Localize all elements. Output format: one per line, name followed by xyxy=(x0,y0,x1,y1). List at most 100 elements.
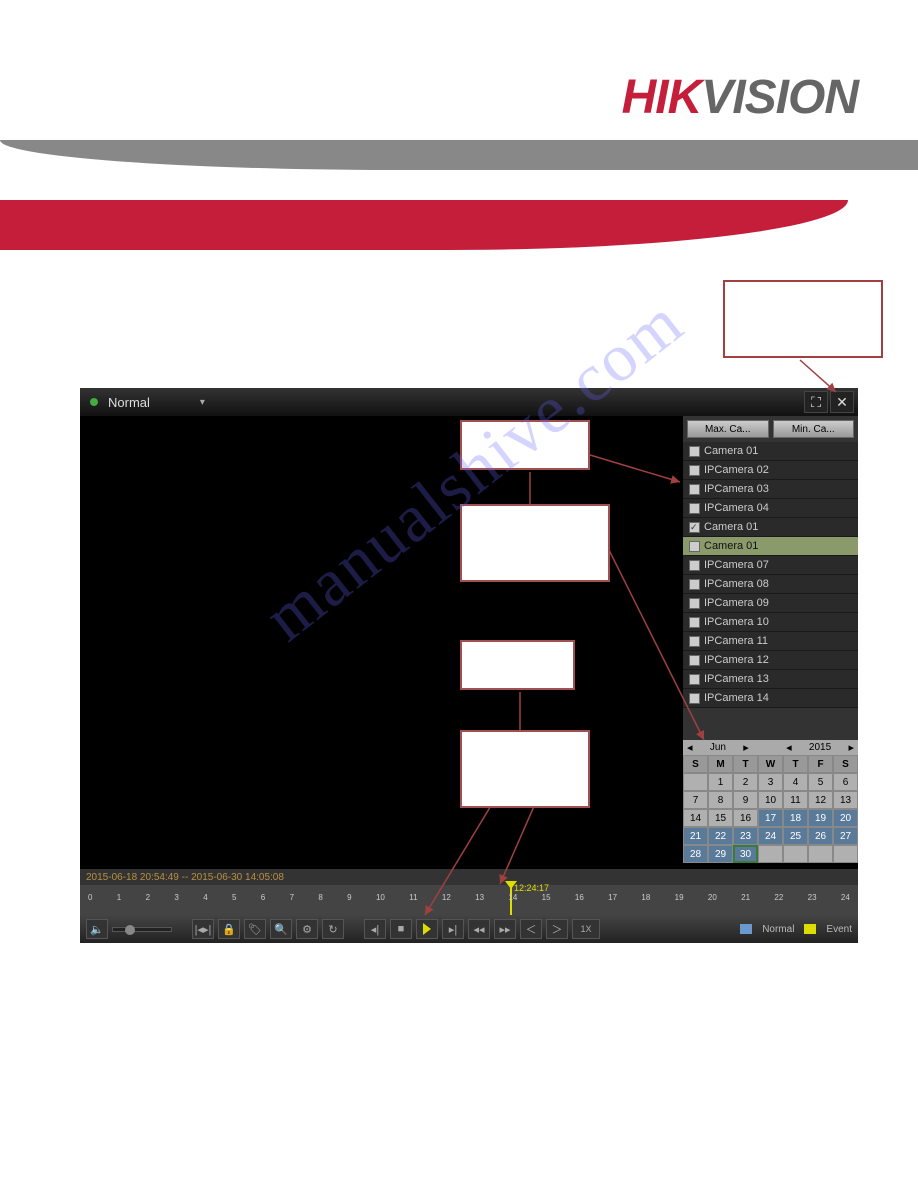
cal-day[interactable]: 5 xyxy=(808,773,833,791)
volume-knob[interactable] xyxy=(125,925,135,935)
refresh-button[interactable]: ↻ xyxy=(322,919,344,939)
lock-button[interactable]: 🔒 xyxy=(218,919,240,939)
timeline-hour-tick: 4 xyxy=(203,893,207,915)
cal-day xyxy=(683,773,708,791)
video-playback-area[interactable] xyxy=(80,416,683,863)
step-button[interactable]: ▸| xyxy=(442,919,464,939)
cal-next-year[interactable]: ▸ xyxy=(848,741,854,754)
camera-checkbox[interactable] xyxy=(689,446,700,457)
camera-item[interactable]: IPCamera 13 xyxy=(683,670,858,689)
cal-day[interactable]: 23 xyxy=(733,827,758,845)
forward-button[interactable]: ▸▸ xyxy=(494,919,516,939)
speed-button[interactable]: 1X xyxy=(572,919,600,939)
cal-prev-month[interactable]: ◂ xyxy=(687,741,693,754)
volume-icon[interactable]: 🔈 xyxy=(86,919,108,939)
camera-list[interactable]: Camera 01IPCamera 02IPCamera 03IPCamera … xyxy=(683,442,858,740)
close-button[interactable]: ✕ xyxy=(830,391,854,413)
volume-slider[interactable] xyxy=(112,927,172,932)
camera-item[interactable]: IPCamera 04 xyxy=(683,499,858,518)
cal-day[interactable]: 24 xyxy=(758,827,783,845)
camera-item[interactable]: IPCamera 11 xyxy=(683,632,858,651)
timeline-hour-tick: 0 xyxy=(88,893,92,915)
camera-item[interactable]: IPCamera 14 xyxy=(683,689,858,708)
cal-day[interactable]: 2 xyxy=(733,773,758,791)
cal-prev-year[interactable]: ◂ xyxy=(786,741,792,754)
camera-item[interactable]: Camera 01 xyxy=(683,442,858,461)
cal-day[interactable]: 13 xyxy=(833,791,858,809)
cal-day[interactable]: 6 xyxy=(833,773,858,791)
cal-day[interactable]: 8 xyxy=(708,791,733,809)
fullscreen-button[interactable]: ⛶ xyxy=(804,391,828,413)
cal-day[interactable]: 26 xyxy=(808,827,833,845)
camera-label: IPCamera 07 xyxy=(704,559,769,571)
cal-day[interactable]: 19 xyxy=(808,809,833,827)
callout-box-1 xyxy=(460,420,590,470)
cal-day[interactable]: 20 xyxy=(833,809,858,827)
camera-checkbox[interactable] xyxy=(689,598,700,609)
callout-box-4 xyxy=(460,730,590,808)
cal-day[interactable]: 14 xyxy=(683,809,708,827)
cal-day[interactable]: 12 xyxy=(808,791,833,809)
timeline[interactable]: 12:24:17 0123456789101112131415161718192… xyxy=(80,885,858,915)
timeline-hour-tick: 1 xyxy=(117,893,121,915)
camera-item[interactable]: IPCamera 02 xyxy=(683,461,858,480)
cal-day[interactable]: 27 xyxy=(833,827,858,845)
cal-next-month[interactable]: ▸ xyxy=(743,741,749,754)
settings-button[interactable]: ⚙ xyxy=(296,919,318,939)
camera-item[interactable]: IPCamera 12 xyxy=(683,651,858,670)
cal-day[interactable]: 29 xyxy=(708,845,733,863)
cal-day[interactable]: 18 xyxy=(783,809,808,827)
cal-day[interactable]: 1 xyxy=(708,773,733,791)
camera-checkbox[interactable] xyxy=(689,636,700,647)
cal-day[interactable]: 7 xyxy=(683,791,708,809)
camera-item[interactable]: IPCamera 07 xyxy=(683,556,858,575)
camera-checkbox[interactable] xyxy=(689,655,700,666)
prev-button[interactable]: ＜ xyxy=(520,919,542,939)
cal-dow: T xyxy=(783,755,808,773)
mode-selector[interactable]: Normal ▾ xyxy=(80,395,205,410)
camera-checkbox[interactable] xyxy=(689,503,700,514)
next-button[interactable]: ＞ xyxy=(546,919,568,939)
camera-checkbox[interactable] xyxy=(689,579,700,590)
camera-item[interactable]: IPCamera 10 xyxy=(683,613,858,632)
cal-day[interactable]: 4 xyxy=(783,773,808,791)
camera-item[interactable]: Camera 01 xyxy=(683,537,858,556)
cal-day[interactable]: 10 xyxy=(758,791,783,809)
camera-item[interactable]: IPCamera 03 xyxy=(683,480,858,499)
cal-day[interactable]: 9 xyxy=(733,791,758,809)
min-camera-button[interactable]: Min. Ca... xyxy=(773,420,855,438)
add-tag-button[interactable]: 🏷 xyxy=(244,919,266,939)
camera-item[interactable]: Camera 01 xyxy=(683,518,858,537)
max-camera-button[interactable]: Max. Ca... xyxy=(687,420,769,438)
camera-checkbox[interactable] xyxy=(689,674,700,685)
cal-day[interactable]: 15 xyxy=(708,809,733,827)
clip-button[interactable]: |◂▸| xyxy=(192,919,214,939)
cal-day[interactable]: 16 xyxy=(733,809,758,827)
cal-day[interactable]: 28 xyxy=(683,845,708,863)
camera-checkbox[interactable] xyxy=(689,484,700,495)
cal-day[interactable]: 22 xyxy=(708,827,733,845)
zoom-button[interactable]: 🔍 xyxy=(270,919,292,939)
camera-checkbox[interactable] xyxy=(689,522,700,533)
cal-day[interactable]: 11 xyxy=(783,791,808,809)
camera-checkbox[interactable] xyxy=(689,465,700,476)
camera-checkbox[interactable] xyxy=(689,560,700,571)
stop-button[interactable]: ■ xyxy=(390,919,412,939)
camera-checkbox[interactable] xyxy=(689,541,700,552)
camera-item[interactable]: IPCamera 09 xyxy=(683,594,858,613)
cal-day[interactable]: 3 xyxy=(758,773,783,791)
timeline-hour-tick: 10 xyxy=(376,893,385,915)
header-swoosh-red xyxy=(0,200,848,250)
prev-frame-button[interactable]: ◂| xyxy=(364,919,386,939)
camera-item[interactable]: IPCamera 08 xyxy=(683,575,858,594)
cal-day[interactable]: 21 xyxy=(683,827,708,845)
rewind-button[interactable]: ◂◂ xyxy=(468,919,490,939)
camera-checkbox[interactable] xyxy=(689,693,700,704)
play-button[interactable] xyxy=(416,919,438,939)
cal-day[interactable]: 25 xyxy=(783,827,808,845)
cal-day[interactable]: 17 xyxy=(758,809,783,827)
cal-day[interactable]: 30 xyxy=(733,845,758,863)
cal-dow: S xyxy=(833,755,858,773)
timeline-hour-tick: 11 xyxy=(409,893,417,915)
camera-checkbox[interactable] xyxy=(689,617,700,628)
